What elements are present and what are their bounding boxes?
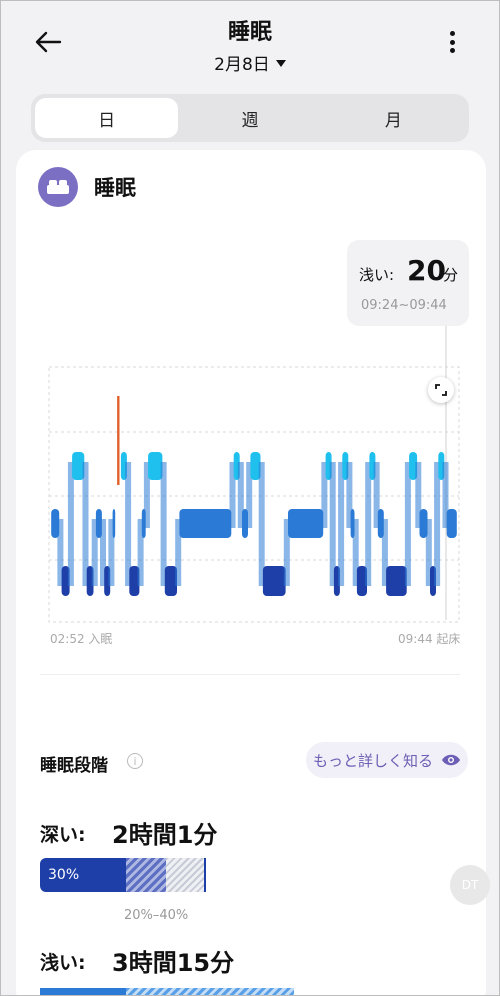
stage-segment-light xyxy=(112,509,116,538)
info-icon[interactable]: i xyxy=(127,753,143,769)
deep-range-hatch-2 xyxy=(166,858,206,892)
tooltip-unit: 分 xyxy=(443,266,459,284)
stage-segment-deep xyxy=(262,566,286,596)
tooltip-value: 20 xyxy=(407,254,446,287)
deep-range: 20%–40% xyxy=(124,908,189,923)
light-range-hatch xyxy=(126,988,294,996)
tooltip-label: 浅い: xyxy=(359,266,395,284)
learn-more-button[interactable]: もっと詳しく知る xyxy=(306,742,468,778)
stage-segment-awake xyxy=(117,396,120,485)
divider xyxy=(40,674,460,675)
expand-icon xyxy=(435,384,447,396)
expand-button[interactable] xyxy=(428,377,454,403)
stage-segment-rem xyxy=(72,452,85,480)
deep-value: 2時間1分 xyxy=(112,821,218,849)
stage-segment-deep xyxy=(386,566,407,596)
stage-transition xyxy=(67,462,74,586)
sleep-start-label: 02:52 入眠 xyxy=(50,632,113,646)
stage-transition xyxy=(338,462,345,586)
stage-segment-deep xyxy=(164,566,177,596)
deep-label: 深い: xyxy=(40,824,86,846)
stage-segment-light xyxy=(179,509,232,538)
stage-transition xyxy=(258,462,265,586)
learn-more-label: もっと詳しく知る xyxy=(312,751,433,770)
deep-percent: 30% xyxy=(48,867,80,883)
stage-tooltip: 浅い: 20 分 09:24~09:44 xyxy=(347,240,469,326)
stage-transition xyxy=(434,462,441,586)
tooltip-range: 09:24~09:44 xyxy=(361,298,447,313)
stage-segment-light xyxy=(288,509,324,538)
stage-transition xyxy=(365,462,372,586)
deep-bar-fill: 30% xyxy=(40,858,126,892)
stage-transition xyxy=(125,462,132,586)
deep-range-hatch xyxy=(126,858,166,892)
light-value: 3時間15分 xyxy=(112,949,235,977)
light-bar-fill xyxy=(40,988,126,996)
light-label: 浅い: xyxy=(40,952,86,974)
stage-segment-rem xyxy=(148,452,163,480)
stages-title: 睡眠段階 xyxy=(40,756,108,776)
stage-transition xyxy=(160,462,167,586)
floating-button[interactable]: DT xyxy=(450,865,490,905)
eye-icon xyxy=(442,754,460,766)
stage-transition xyxy=(404,462,411,586)
sleep-end-label: 09:44 起床 xyxy=(398,632,461,646)
stage-segment-light xyxy=(446,509,457,538)
